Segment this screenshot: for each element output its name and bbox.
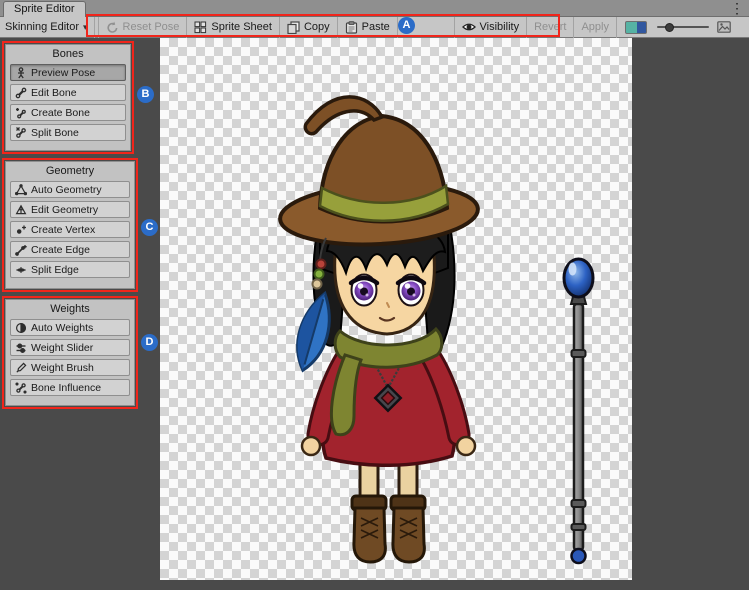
auto-geometry-icon	[15, 184, 27, 196]
preview-pose-icon	[15, 67, 27, 79]
weight-brush-icon	[15, 362, 27, 374]
split-bone-icon	[15, 127, 27, 139]
preview-pose-tool-label: Preview Pose	[31, 67, 95, 79]
create-vertex-tool-button[interactable]: Create Vertex	[10, 221, 130, 238]
sprite-editor-window: Sprite Editor ⋮ Skinning Editor ▾ Reset …	[0, 0, 749, 590]
auto-weights-tool-label: Auto Weights	[31, 322, 93, 334]
edit-geometry-tool-button[interactable]: Edit Geometry	[10, 201, 130, 218]
auto-geometry-tool-label: Auto Geometry	[31, 184, 102, 196]
staff-sprite	[564, 259, 593, 563]
paste-icon	[345, 21, 358, 34]
annotation-box-weights: Weights Auto Weights Weight Slider Weigh…	[2, 296, 138, 409]
annotation-badge-b: B	[137, 86, 154, 103]
annotation-badge-d: D	[141, 334, 158, 351]
create-edge-icon	[15, 244, 27, 256]
geometry-panel-title: Geometry	[10, 164, 130, 178]
create-vertex-icon	[15, 224, 27, 236]
bones-panel: Bones Preview Pose Edit Bone Create Bone…	[5, 44, 131, 151]
weight-slider-icon	[15, 342, 27, 354]
annotation-box-geometry: Geometry Auto Geometry Edit Geometry Cre…	[2, 158, 138, 292]
edit-bone-tool-label: Edit Bone	[31, 87, 77, 99]
split-bone-tool-label: Split Bone	[31, 127, 79, 139]
create-bone-tool-label: Create Bone	[31, 107, 90, 119]
bone-influence-tool-label: Bone Influence	[31, 382, 101, 394]
reset-pose-icon	[106, 21, 119, 34]
auto-geometry-tool-button[interactable]: Auto Geometry	[10, 181, 130, 198]
sprite-sheet-icon	[194, 21, 207, 34]
sprite-sheet-button[interactable]: Sprite Sheet	[187, 17, 280, 38]
copy-button[interactable]: Copy	[280, 17, 338, 38]
weight-brush-tool-label: Weight Brush	[31, 362, 94, 374]
bones-panel-title: Bones	[10, 47, 126, 61]
create-vertex-tool-label: Create Vertex	[31, 224, 95, 236]
reset-pose-button[interactable]: Reset Pose	[98, 17, 188, 38]
preview-pose-tool-button[interactable]: Preview Pose	[10, 64, 126, 81]
annotation-badge-a: A	[398, 17, 415, 34]
texture-channel-swatch[interactable]	[625, 21, 647, 34]
auto-weights-tool-button[interactable]: Auto Weights	[10, 319, 130, 336]
mode-dropdown-label: Skinning Editor	[5, 21, 79, 33]
weight-brush-tool-button[interactable]: Weight Brush	[10, 359, 130, 376]
character-sprite	[279, 97, 480, 562]
create-bone-icon	[15, 107, 27, 119]
split-bone-tool-button[interactable]: Split Bone	[10, 124, 126, 141]
edit-bone-icon	[15, 87, 27, 99]
sprite-sheet-label: Sprite Sheet	[211, 21, 272, 33]
zoom-slider-knob[interactable]	[665, 23, 674, 32]
apply-button[interactable]: Apply	[574, 17, 617, 38]
mip-level-control[interactable]	[717, 21, 731, 33]
edit-geometry-tool-label: Edit Geometry	[31, 204, 98, 216]
annotation-badge-c: C	[141, 219, 158, 236]
split-edge-icon	[15, 264, 27, 276]
skinning-editor-toolbar: Skinning Editor ▾ Reset Pose Sprite Shee…	[0, 17, 749, 38]
weights-panel: Weights Auto Weights Weight Slider Weigh…	[5, 299, 135, 406]
bone-influence-icon	[15, 382, 27, 394]
titlebar: Sprite Editor ⋮	[0, 0, 749, 17]
copy-label: Copy	[304, 21, 330, 33]
split-edge-tool-button[interactable]: Split Edge	[10, 261, 130, 278]
tab-title: Sprite Editor	[14, 3, 75, 15]
create-edge-tool-label: Create Edge	[31, 244, 90, 256]
visibility-label: Visibility	[480, 21, 520, 33]
texture-mip-icon	[717, 21, 731, 33]
create-bone-tool-button[interactable]: Create Bone	[10, 104, 126, 121]
weights-panel-title: Weights	[10, 302, 130, 316]
weight-slider-tool-label: Weight Slider	[31, 342, 93, 354]
zoom-slider[interactable]	[657, 20, 709, 34]
annotation-box-bones: Bones Preview Pose Edit Bone Create Bone…	[2, 41, 134, 154]
chevron-down-icon: ▾	[83, 22, 88, 33]
edit-bone-tool-button[interactable]: Edit Bone	[10, 84, 126, 101]
split-edge-tool-label: Split Edge	[31, 264, 79, 276]
visibility-button[interactable]: Visibility	[454, 17, 528, 38]
kebab-menu-icon[interactable]: ⋮	[730, 0, 744, 16]
revert-button[interactable]: Revert	[527, 17, 574, 38]
weight-slider-tool-button[interactable]: Weight Slider	[10, 339, 130, 356]
copy-icon	[287, 21, 300, 34]
geometry-panel: Geometry Auto Geometry Edit Geometry Cre…	[5, 161, 135, 289]
visibility-eye-icon	[462, 21, 476, 33]
mode-dropdown[interactable]: Skinning Editor ▾	[0, 17, 95, 38]
create-edge-tool-button[interactable]: Create Edge	[10, 241, 130, 258]
character-and-staff-art	[160, 38, 632, 580]
paste-button[interactable]: Paste	[338, 17, 398, 38]
edit-geometry-icon	[15, 204, 27, 216]
bone-influence-tool-button[interactable]: Bone Influence	[10, 379, 130, 396]
sprite-editor-tab[interactable]: Sprite Editor	[3, 1, 86, 17]
apply-label: Apply	[581, 21, 609, 33]
paste-label: Paste	[362, 21, 390, 33]
texture-canvas[interactable]	[160, 38, 632, 580]
auto-weights-icon	[15, 322, 27, 334]
revert-label: Revert	[534, 21, 566, 33]
reset-pose-label: Reset Pose	[123, 21, 180, 33]
